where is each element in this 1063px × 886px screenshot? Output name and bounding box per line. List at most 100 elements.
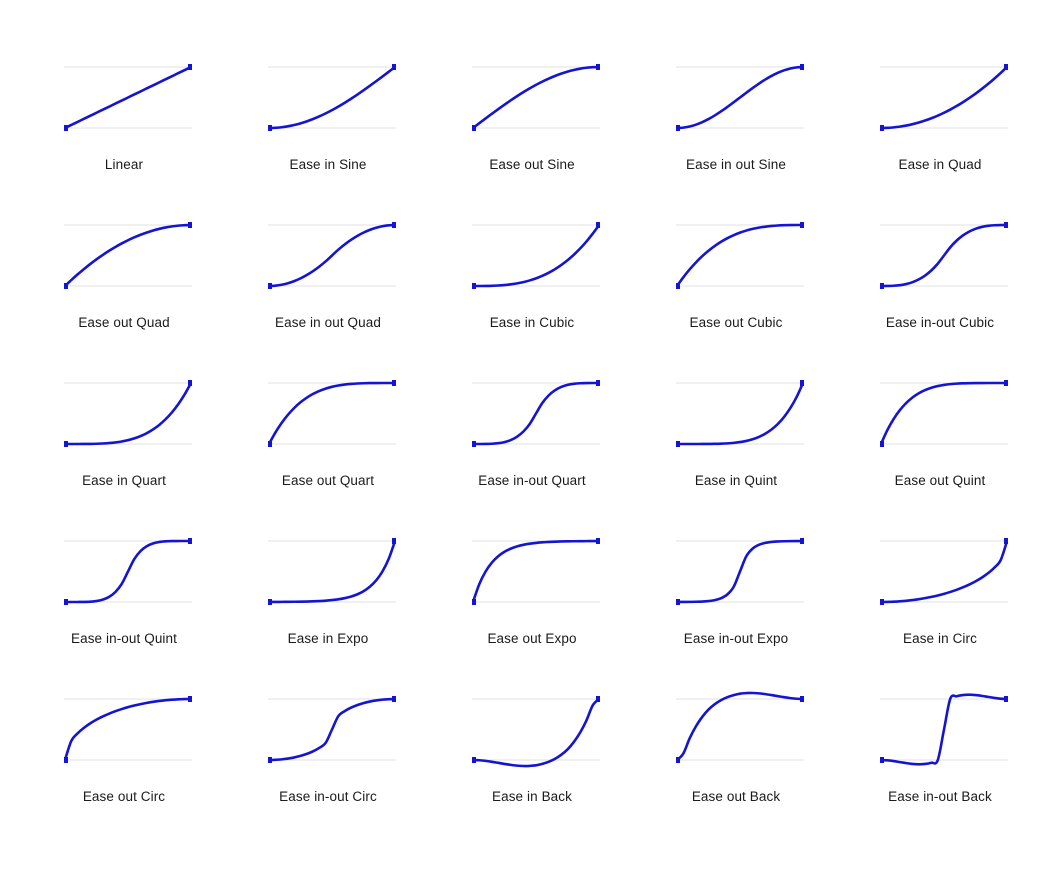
easing-label: Ease in Quart [82, 473, 166, 488]
easing-cell: Ease in Back [430, 676, 634, 834]
easing-curve-chart [64, 64, 192, 131]
curve-start-marker [268, 441, 272, 447]
easing-cell: Ease in out Sine [634, 44, 838, 202]
curve-end-marker [188, 222, 192, 228]
easing-curve-line [676, 539, 804, 604]
curve-start-marker [880, 283, 884, 289]
curve-end-marker [596, 696, 600, 702]
easing-curve-line [472, 223, 600, 288]
easing-cell: Ease in-out Quart [430, 360, 634, 518]
easing-cell: Ease in Circ [838, 518, 1042, 676]
curve-end-marker [1004, 380, 1008, 386]
easing-cell: Ease out Expo [430, 518, 634, 676]
easing-curve-line [472, 381, 600, 446]
easing-curve-chart [676, 538, 804, 605]
easing-label: Ease in-out Cubic [885, 315, 995, 330]
curve-end-marker [1004, 64, 1008, 70]
easing-curve-line [268, 223, 396, 288]
curve-end-marker [596, 222, 600, 228]
easing-curve-chart [268, 380, 396, 447]
easing-cell: Ease in Quint [634, 360, 838, 518]
easing-cell: Ease in Quart [22, 360, 226, 518]
curve-start-marker [64, 283, 68, 289]
curve-end-marker [1004, 696, 1008, 702]
curve-start-marker [268, 125, 272, 131]
curve-start-marker [676, 441, 680, 447]
easing-curve-line [880, 65, 1008, 130]
easing-curve-chart [676, 691, 804, 763]
easing-curve-line [472, 697, 600, 768]
curve-end-marker [596, 380, 600, 386]
curve-end-marker [800, 222, 804, 228]
curve-end-marker [188, 538, 192, 544]
easing-cell: Ease in-out Quint [22, 518, 226, 676]
curve-start-marker [268, 757, 272, 763]
curve-start-marker [268, 599, 272, 605]
easing-curve-chart [64, 222, 192, 289]
curve-start-marker [472, 283, 476, 289]
curve-end-marker [392, 222, 396, 228]
easing-cell: Ease in-out Cubic [838, 202, 1042, 360]
easing-curve-chart [268, 538, 396, 605]
curve-start-marker [676, 283, 680, 289]
easing-curve-line [268, 381, 396, 446]
curve-end-marker [800, 64, 804, 70]
easing-curve-line [472, 539, 600, 604]
easing-curve-chart [268, 64, 396, 131]
easing-curve-line [472, 65, 600, 130]
easing-curve-chart [880, 64, 1008, 131]
curve-start-marker [64, 757, 68, 763]
easing-cell: Ease in out Quad [226, 202, 430, 360]
easing-label: Ease in out Quad [275, 315, 381, 330]
curve-start-marker [268, 283, 272, 289]
easing-curve-chart [472, 538, 600, 605]
easing-curve-line [268, 697, 396, 762]
curve-end-marker [392, 380, 396, 386]
easing-curve-line [64, 697, 192, 762]
easing-curve-line [880, 539, 1008, 604]
easing-curve-chart [64, 538, 192, 605]
curve-start-marker [64, 441, 68, 447]
easing-curve-chart [880, 538, 1008, 605]
easing-curve-chart [472, 222, 600, 289]
easing-label: Ease in Quint [694, 473, 778, 488]
easing-curve-line [676, 223, 804, 288]
easing-curve-chart [472, 380, 600, 447]
easing-cell: Ease in-out Circ [226, 676, 430, 834]
easing-curve-chart [64, 380, 192, 447]
easing-label: Ease in Quad [898, 157, 982, 172]
curve-start-marker [880, 441, 884, 447]
curve-start-marker [64, 125, 68, 131]
easing-label: Ease out Circ [82, 789, 166, 804]
easing-label: Ease out Sine [489, 157, 575, 172]
easing-curve-line [64, 381, 192, 446]
easing-label: Ease in Cubic [489, 315, 575, 330]
curve-start-marker [880, 757, 884, 763]
easing-cell: Ease out Circ [22, 676, 226, 834]
curve-end-marker [800, 538, 804, 544]
easing-label: Ease in out Sine [686, 157, 786, 172]
curve-end-marker [1004, 222, 1008, 228]
easing-label: Ease out Quad [78, 315, 170, 330]
curve-start-marker [472, 757, 476, 763]
easing-cell: Ease in Sine [226, 44, 430, 202]
easing-curve-chart [880, 380, 1008, 447]
easing-label: Ease in-out Quint [70, 631, 177, 646]
easing-cell: Ease out Sine [430, 44, 634, 202]
easing-label: Ease in-out Quart [478, 473, 586, 488]
curve-end-marker [800, 380, 804, 386]
easing-curve-line [880, 381, 1008, 446]
easing-cell: Ease out Quart [226, 360, 430, 518]
curve-start-marker [64, 599, 68, 605]
easing-cell: Ease out Quad [22, 202, 226, 360]
curve-start-marker [676, 599, 680, 605]
curve-end-marker [392, 696, 396, 702]
easing-label: Ease out Quart [281, 473, 375, 488]
easing-cell: Ease in-out Back [838, 676, 1042, 834]
curve-end-marker [188, 64, 192, 70]
easing-cell: Ease out Cubic [634, 202, 838, 360]
easing-curve-line [676, 691, 804, 762]
easing-cell: Ease out Quint [838, 360, 1042, 518]
curve-end-marker [800, 696, 804, 702]
easing-curve-chart [676, 380, 804, 447]
